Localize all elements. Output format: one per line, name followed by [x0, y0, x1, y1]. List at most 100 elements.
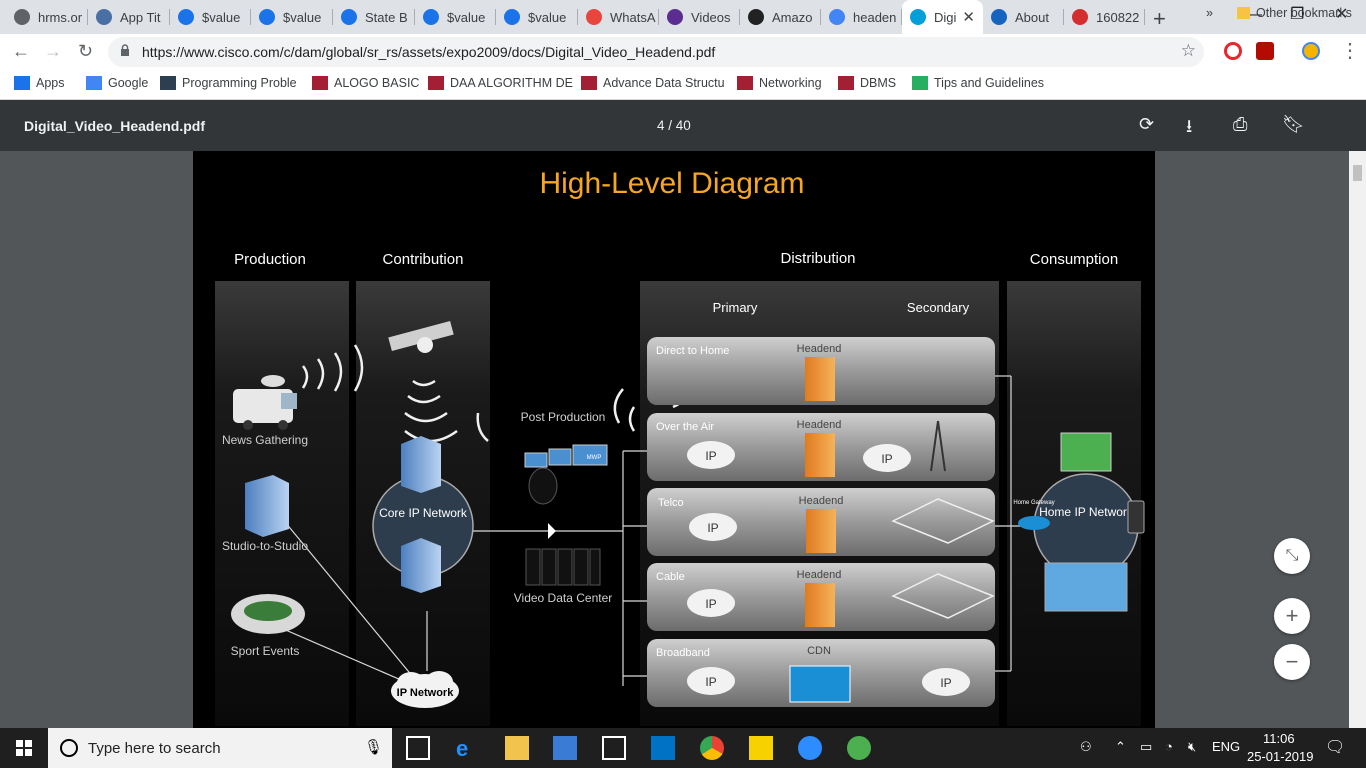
acrobat-extension-icon[interactable]	[1256, 42, 1274, 60]
mail-icon[interactable]	[602, 736, 626, 760]
back-button[interactable]: ←	[12, 41, 30, 62]
fit-page-button[interactable]: ⤡	[1274, 538, 1310, 574]
tray-chevron-icon[interactable]: ⌃	[1115, 739, 1126, 755]
slide-subtitle: High-Level Diagram	[539, 167, 804, 200]
download-icon[interactable]: ⭳	[1186, 114, 1192, 144]
network-globe-icon[interactable]	[847, 736, 871, 760]
ip-cloud-label: IP	[705, 675, 716, 689]
task-view-icon[interactable]	[406, 736, 430, 760]
microphone-icon[interactable]: 🎙︎	[364, 738, 383, 756]
tab-separator	[1144, 9, 1145, 25]
bookmark-label: Networking	[759, 76, 822, 90]
opera-extension-icon[interactable]	[1224, 42, 1242, 60]
browser-tab[interactable]: WhatsA	[578, 0, 659, 34]
address-bar[interactable]: https://www.cisco.com/c/dam/global/sr_rs…	[108, 37, 1204, 67]
search-placeholder[interactable]: Type here to search	[88, 740, 221, 757]
volume-muted-icon[interactable]: 🔇︎	[1188, 739, 1196, 755]
forward-button[interactable]: →	[44, 41, 62, 62]
clock-time[interactable]: 11:06	[1263, 731, 1295, 746]
clock-date[interactable]: 25-01-2019	[1247, 749, 1314, 764]
apps-grid-icon	[14, 76, 30, 90]
profile-avatar[interactable]	[1302, 42, 1320, 60]
browser-tab[interactable]: $value	[170, 0, 251, 34]
close-tab-icon[interactable]: ✕	[962, 8, 975, 26]
bookmark-item[interactable]: Programming Proble	[160, 76, 297, 90]
visual-studio-icon	[667, 9, 683, 25]
bookmark-star-icon[interactable]: ☆	[1181, 41, 1196, 61]
address-url[interactable]: https://www.cisco.com/c/dam/global/sr_rs…	[142, 44, 715, 60]
row-label-broadband: Broadband	[656, 647, 710, 659]
bookmark-item[interactable]: Tips and Guidelines	[912, 76, 1044, 90]
language-indicator[interactable]: ENG	[1212, 739, 1240, 754]
browser-tab[interactable]: $value	[496, 0, 578, 34]
taskbar-search[interactable]: Type here to search 🎙︎	[48, 728, 392, 768]
app-icon	[96, 9, 112, 25]
headend-building-icon	[806, 509, 836, 553]
zoom-in-button[interactable]: +	[1274, 598, 1310, 634]
column-header-production: Production	[234, 251, 306, 268]
bookmarks-overflow-button[interactable]: »	[1206, 6, 1213, 20]
browser-tab[interactable]: headen	[821, 0, 902, 34]
other-bookmarks-folder[interactable]: Other bookmarks	[1237, 6, 1352, 20]
pdf-page-indicator[interactable]: 4 / 40	[657, 118, 691, 133]
location-icon	[178, 9, 194, 25]
wifi-icon[interactable]: ◔	[1165, 739, 1173, 754]
bookmark-item[interactable]: Networking	[737, 76, 822, 90]
new-tab-button[interactable]: +	[1153, 6, 1166, 32]
bookmark-item[interactable]: ALOGO BASIC	[312, 76, 419, 90]
label-home-ip-network: Home IP Network	[1039, 505, 1134, 519]
bookmarks-bar: Apps Google Programming Proble ALOGO BASIC D…	[0, 70, 1366, 100]
sticky-notes-icon[interactable]	[749, 736, 773, 760]
reload-button[interactable]: ↻	[78, 41, 93, 62]
browser-tab[interactable]: hrms.or	[6, 0, 88, 34]
windows-start-icon[interactable]	[16, 740, 32, 756]
bookmark-item[interactable]: Advance Data Structu	[581, 76, 725, 90]
pdf-icon	[1072, 9, 1088, 25]
bookmark-label: ALOGO BASIC	[334, 76, 420, 90]
column-header-consumption: Consumption	[1030, 251, 1118, 268]
bookmark-outline-icon[interactable]: 🔖︎	[1282, 114, 1305, 135]
browser-tab[interactable]: $value	[415, 0, 496, 34]
rotate-icon[interactable]: ⟳	[1139, 114, 1154, 135]
bookmark-item[interactable]: DBMS	[838, 76, 896, 90]
browser-tab[interactable]: Amazo	[740, 0, 821, 34]
tab-title: App Tit	[120, 9, 161, 25]
browser-tab[interactable]: State B	[333, 0, 415, 34]
stadium-icon	[231, 594, 305, 634]
mit-icon	[581, 76, 597, 90]
bookmark-item[interactable]: Google	[86, 76, 148, 90]
bookmark-item[interactable]: Apps	[14, 76, 65, 90]
zoom-out-button[interactable]: −	[1274, 644, 1310, 680]
chrome-icon[interactable]	[700, 736, 724, 760]
edge-icon[interactable]: e	[456, 736, 480, 761]
browser-tab[interactable]: 160822	[1064, 0, 1145, 34]
zoom-app-icon[interactable]	[798, 736, 822, 760]
pdf-viewer[interactable]: Contribution and Distribution Network Hi…	[0, 151, 1366, 728]
row-label-direct-to-home: Direct to Home	[656, 345, 729, 357]
studio-building-icon	[245, 475, 289, 537]
scrollbar-thumb[interactable]	[1353, 165, 1362, 181]
tab-title: $value	[202, 9, 241, 25]
browser-tab[interactable]: About	[983, 0, 1064, 34]
store-icon[interactable]	[553, 736, 577, 760]
location-icon	[504, 9, 520, 25]
file-explorer-icon[interactable]	[505, 736, 529, 760]
battery-icon[interactable]: ▭	[1140, 739, 1152, 755]
browser-tab[interactable]: $value	[251, 0, 333, 34]
label-ip-network: IP Network	[397, 687, 455, 699]
browser-tab[interactable]: Digi ✕	[902, 0, 983, 34]
menu-kebab-icon[interactable]: ⋮	[1340, 38, 1360, 63]
label-core-ip-network: Core IP Network	[379, 506, 468, 520]
bookmark-label: Apps	[36, 76, 65, 90]
browser-tab[interactable]: Videos	[659, 0, 740, 34]
location-icon	[423, 9, 439, 25]
vertical-scrollbar[interactable]	[1349, 151, 1366, 728]
people-icon[interactable]: ⚇	[1080, 739, 1092, 755]
alert-icon	[586, 9, 602, 25]
browser-tab[interactable]: App Tit	[88, 0, 170, 34]
ip-cloud-label: IP	[705, 597, 716, 611]
outlook-icon[interactable]	[651, 736, 675, 760]
notifications-icon[interactable]: 🗨︎	[1325, 737, 1345, 757]
bookmark-item[interactable]: DAA ALGORITHM DE	[428, 76, 573, 90]
print-icon[interactable]: ⎙	[1233, 114, 1247, 135]
